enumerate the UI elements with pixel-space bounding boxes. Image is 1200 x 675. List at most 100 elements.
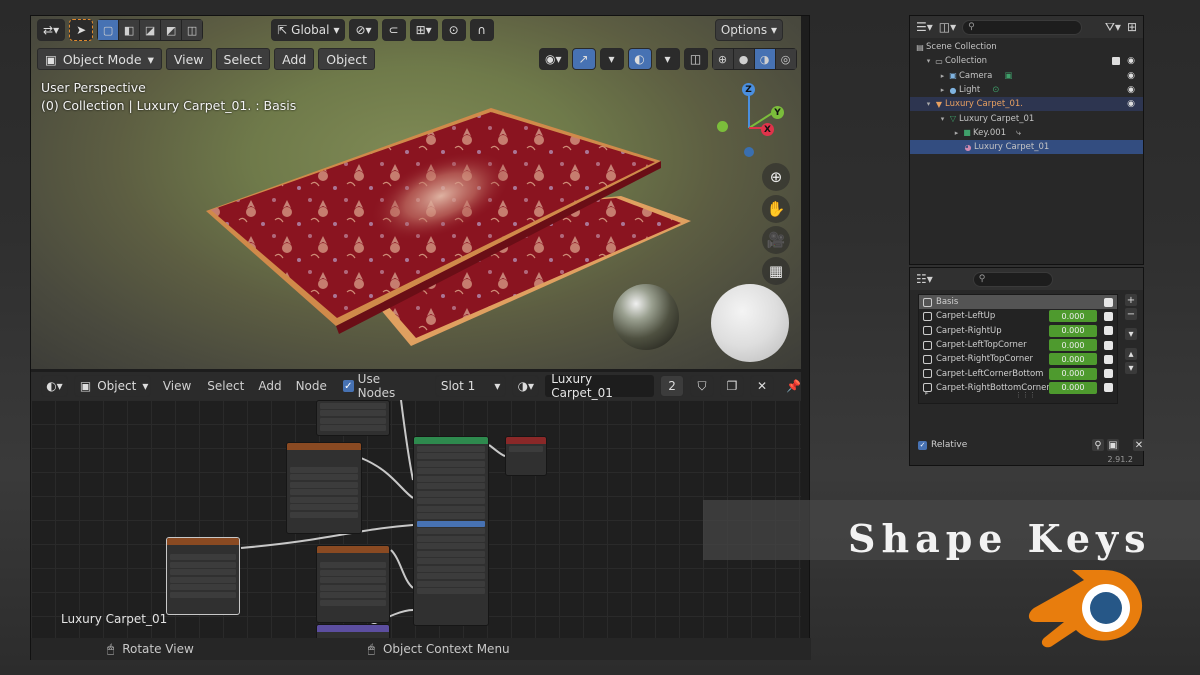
node-image-texture-opacity[interactable] — [316, 545, 390, 623]
wireframe-shading-icon[interactable]: ⊕ — [712, 49, 733, 69]
node-image-texture-roughness[interactable] — [166, 537, 240, 615]
shape-key-checkbox[interactable] — [1104, 326, 1113, 336]
node-image-texture-top[interactable] — [316, 400, 390, 436]
node-menu-node[interactable]: Node — [292, 379, 331, 393]
node-menu-select[interactable]: Select — [203, 379, 248, 393]
select-new-icon[interactable]: ▢ — [98, 20, 119, 40]
3d-viewport[interactable]: ⇄ ▾ ➤ ▢ ◧ ◪ ◩ ◫ ⇱ Global ▾ ⊘ ▾ ⊂ ⊞ ▾ ⊙ ∩ Op… — [31, 16, 801, 369]
shape-key-checkbox[interactable] — [1104, 340, 1113, 350]
material-browse-button[interactable]: ◑ ▾ — [512, 375, 540, 397]
edit-mode-icon[interactable]: ▣ — [1107, 439, 1119, 451]
shape-key-value[interactable]: 0.000 — [1049, 324, 1097, 337]
shape-key-checkbox[interactable] — [1104, 297, 1113, 307]
outliner-search-input[interactable]: ⚲ — [962, 19, 1083, 35]
outliner-row-carpet-mesh[interactable]: ▾ ▽ Luxury Carpet_01 — [910, 111, 1143, 125]
solid-shading-icon[interactable]: ● — [733, 49, 754, 69]
perspective-grid-icon[interactable]: ▦ — [762, 257, 790, 285]
select-subtract-icon[interactable]: ◪ — [140, 20, 161, 40]
node-material-output[interactable] — [505, 436, 547, 476]
properties-search-input[interactable]: ⚲ — [972, 271, 1053, 287]
outliner-row-scene-collection[interactable]: ▤ Scene Collection — [910, 40, 1143, 54]
move-up-icon[interactable]: ▴ — [1125, 348, 1137, 360]
node-editor-type-button[interactable]: ◐ ▾ — [41, 375, 68, 397]
select-intersect-icon[interactable]: ◫ — [182, 20, 203, 40]
outliner-row-shape-key[interactable]: ▸ ■ Key.001 ⤷ — [910, 126, 1143, 140]
node-image-texture-normal[interactable] — [286, 442, 362, 534]
snap-target-dropdown[interactable]: ⊞ ▾ — [409, 19, 438, 41]
list-resize-handle[interactable]: ⋮⋮⋮ — [1015, 391, 1036, 399]
object-mode-dropdown[interactable]: ▣ Object Mode ▾ — [37, 48, 162, 70]
specials-menu-icon[interactable]: ▾ — [1125, 328, 1137, 340]
shape-key-row[interactable]: Carpet-RightTopCorner 0.000 — [919, 352, 1117, 366]
rendered-shading-icon[interactable]: ◎ — [775, 49, 796, 69]
pin-icon[interactable]: 📌 — [786, 379, 801, 393]
menu-add[interactable]: Add — [274, 48, 315, 70]
node-menu-add[interactable]: Add — [254, 379, 285, 393]
gizmo-neg-y-axis[interactable] — [717, 121, 728, 132]
overlay-dropdown[interactable]: ▾ — [655, 48, 680, 70]
material-slot-dropdown[interactable]: Slot 1 ▾ — [434, 375, 507, 397]
shape-key-checkbox[interactable] — [1104, 354, 1113, 364]
snap-toggle[interactable]: ⊂ — [381, 19, 406, 41]
material-name-field[interactable]: Luxury Carpet_01 — [545, 372, 655, 400]
shape-key-row[interactable]: Carpet-LeftCornerBottom 0.000 — [919, 366, 1117, 380]
shape-key-checkbox[interactable] — [1104, 311, 1113, 321]
outliner-row-camera[interactable]: ▸ ▣ Camera ▣ ◉ — [910, 69, 1143, 83]
shape-key-checkbox[interactable] — [1104, 383, 1113, 393]
select-tool-button[interactable]: ➤ — [69, 19, 94, 41]
overlay-toggle[interactable]: ◐ — [627, 48, 652, 70]
unlink-material-icon[interactable]: ✕ — [750, 375, 775, 397]
node-principled-bsdf[interactable] — [413, 436, 489, 626]
remove-shape-key-icon[interactable]: − — [1125, 308, 1137, 320]
node-editor-canvas[interactable]: Luxury Carpet_01 — [31, 400, 801, 638]
eye-icon[interactable]: ◉ — [1127, 99, 1135, 109]
camera-view-icon[interactable]: 🎥 — [762, 226, 790, 254]
shape-key-row[interactable]: Carpet-RightUp 0.000 — [919, 324, 1117, 338]
shape-key-row[interactable]: Carpet-LeftUp 0.000 — [919, 309, 1117, 323]
shape-key-checkbox[interactable] — [1104, 369, 1113, 379]
menu-select[interactable]: Select — [215, 48, 271, 70]
gizmo-dropdown[interactable]: ▾ — [599, 48, 624, 70]
outliner-type-icon[interactable]: ☰▾ — [916, 20, 933, 34]
select-invert-icon[interactable]: ◩ — [161, 20, 182, 40]
material-user-count[interactable]: 2 — [660, 375, 685, 397]
shape-key-row[interactable]: Basis — [919, 295, 1117, 310]
add-shape-key-icon[interactable]: + — [1125, 294, 1137, 306]
visibility-dropdown[interactable]: ◉ ▾ — [539, 48, 568, 70]
list-expand-icon[interactable]: ▸ — [925, 389, 929, 397]
use-nodes-checkbox[interactable]: ✓ Use Nodes — [337, 372, 421, 400]
menu-object[interactable]: Object — [318, 48, 375, 70]
proportional-edit-toggle[interactable]: ⊙ — [441, 19, 466, 41]
eye-icon[interactable]: ◉ — [1127, 56, 1135, 66]
gizmo-neg-z-axis[interactable] — [744, 147, 754, 157]
move-down-icon[interactable]: ▾ — [1125, 362, 1137, 374]
outliner-row-carpet-object[interactable]: ▾ ▼ Luxury Carpet_01. ◉ — [910, 97, 1143, 112]
clear-shape-key-icon[interactable]: ✕ — [1133, 439, 1145, 451]
falloff-dropdown[interactable]: ∩ — [469, 19, 494, 41]
zoom-icon[interactable]: ⊕ — [762, 163, 790, 191]
menu-view[interactable]: View — [165, 48, 212, 70]
eye-icon[interactable]: ◉ — [1127, 71, 1135, 81]
shape-key-value[interactable]: 0.000 — [1049, 353, 1097, 366]
shader-type-dropdown[interactable]: ▣ Object ▾ — [73, 375, 151, 397]
duplicate-material-icon[interactable]: ❐ — [720, 375, 745, 397]
editor-type-button[interactable]: ⇄ ▾ — [37, 19, 66, 41]
gizmo-toggle[interactable]: ↗ — [571, 48, 596, 70]
display-mode-icon[interactable]: ◫▾ — [939, 20, 956, 34]
outliner-row-light[interactable]: ▸ ● Light ⊙ ◉ — [910, 83, 1143, 97]
outliner-row-collection[interactable]: ▾ ▭ Collection ◉ — [910, 54, 1143, 68]
shape-key-row[interactable]: Carpet-LeftTopCorner 0.000 — [919, 338, 1117, 352]
fake-user-icon[interactable]: ⛉ — [690, 375, 715, 397]
select-extend-icon[interactable]: ◧ — [119, 20, 140, 40]
filter-icon[interactable]: ⛛▾ — [1105, 20, 1121, 35]
transform-orientation-dropdown[interactable]: ⇱ Global ▾ — [271, 19, 346, 41]
material-preview-shading-icon[interactable]: ◑ — [754, 49, 775, 69]
pan-hand-icon[interactable]: ✋ — [762, 195, 790, 223]
shape-key-value[interactable]: 0.000 — [1049, 381, 1097, 394]
outliner-row-material[interactable]: ◕ Luxury Carpet_01 — [910, 140, 1143, 155]
xray-toggle[interactable]: ◫ — [683, 48, 708, 70]
node-menu-view[interactable]: View — [157, 379, 197, 393]
pin-icon[interactable]: ⚲ — [1092, 439, 1104, 451]
properties-type-icon[interactable]: ☷▾ — [916, 272, 933, 286]
relative-checkbox[interactable]: ✓ Relative — [918, 440, 967, 450]
